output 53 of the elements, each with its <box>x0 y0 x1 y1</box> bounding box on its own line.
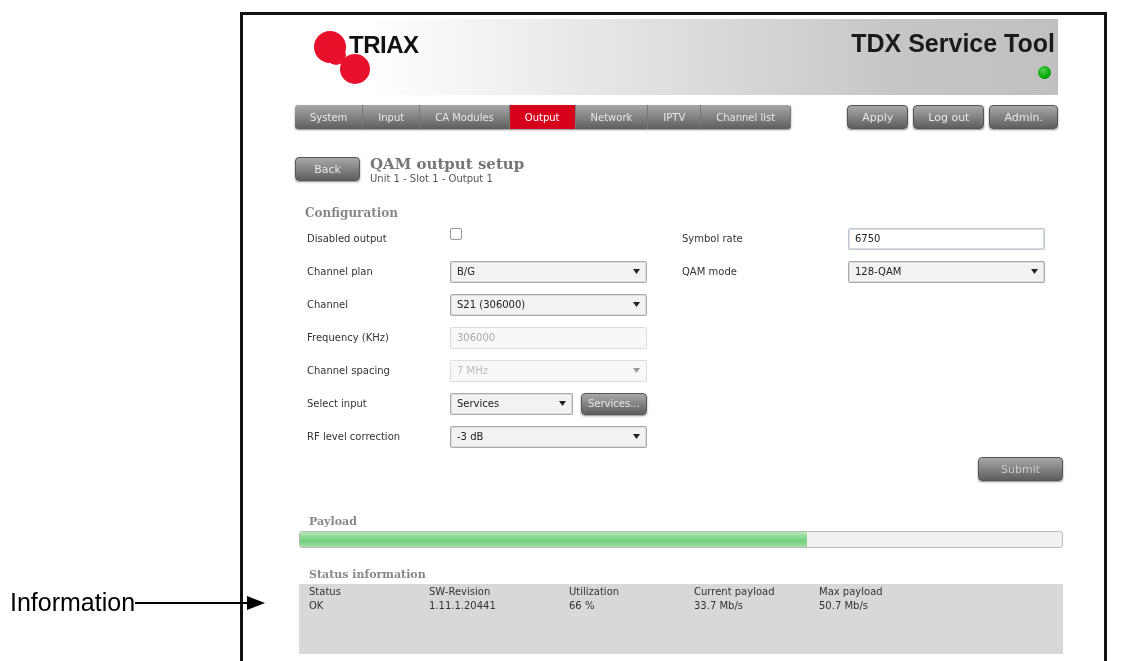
back-button[interactable]: Back <box>295 157 360 181</box>
caret-icon <box>1031 269 1038 274</box>
table-cell-text: 1.11.1.20441 <box>429 600 497 613</box>
field-label: Channel spacing <box>307 365 391 376</box>
dropdown[interactable]: -3 dB <box>450 425 647 448</box>
callout-label: Information <box>10 588 136 617</box>
caret-icon <box>633 269 640 274</box>
dropdown[interactable]: S21 (306000) <box>450 293 647 316</box>
caret-icon <box>633 368 640 373</box>
nav-tab[interactable]: CA Modules <box>420 105 510 129</box>
section-heading: Configuration <box>305 206 400 220</box>
column-header: Status <box>309 586 342 599</box>
input-field[interactable]: 6750 <box>848 227 1045 250</box>
field-label: Disabled output <box>307 233 388 244</box>
table-cell-text: OK <box>309 600 325 613</box>
submit-button[interactable]: Submit <box>978 457 1063 481</box>
column-header: Current payload <box>694 586 776 599</box>
caret-icon <box>633 302 640 307</box>
nav-tab[interactable]: IPTV <box>648 105 702 129</box>
field-label: RF level correction <box>307 431 402 442</box>
page-subtitle: Unit 1 - Slot 1 - Output 1 <box>370 173 494 184</box>
nav-tab[interactable]: Network <box>575 105 649 129</box>
column-header: Utilization <box>569 586 621 599</box>
dropdown[interactable]: 128-QAM <box>848 260 1045 283</box>
column-header: Max payload <box>819 586 884 599</box>
checkbox[interactable] <box>450 227 462 240</box>
nav-tab[interactable]: Channel list <box>701 105 792 129</box>
caret-icon <box>633 434 640 439</box>
action-button[interactable]: Apply <box>847 105 909 129</box>
caret-icon <box>559 401 566 406</box>
dropdown[interactable]: B/G <box>450 260 647 283</box>
nav-tab[interactable]: Input <box>363 105 421 129</box>
section-heading: Payload <box>309 515 358 528</box>
logo-text: TRIAX <box>349 31 419 59</box>
table-cell-text: 50.7 Mb/s <box>819 600 869 613</box>
field-label: Frequency (KHz) <box>307 332 390 343</box>
action-button[interactable]: Admin. <box>989 105 1058 129</box>
dropdown[interactable]: Services <box>450 392 573 415</box>
field-label: Channel <box>307 299 350 310</box>
page-title: QAM output setup <box>370 155 525 173</box>
table-cell-text: 66 % <box>569 600 596 613</box>
section-heading: Status information <box>309 568 427 581</box>
field-label: QAM mode <box>682 266 738 277</box>
nav-tab[interactable]: System <box>295 105 364 129</box>
table-cell-text: 33.7 Mb/s <box>694 600 744 613</box>
app-title: TDX Service Tool <box>851 29 1055 58</box>
field-label: Channel plan <box>307 266 374 277</box>
nav-tab[interactable]: Output <box>509 105 576 129</box>
field-label: Select input <box>307 398 368 409</box>
services-button[interactable]: Services... <box>581 392 647 415</box>
action-button[interactable]: Log out <box>913 105 985 129</box>
field-label: Symbol rate <box>682 233 744 244</box>
column-header: SW-Revision <box>429 586 492 599</box>
